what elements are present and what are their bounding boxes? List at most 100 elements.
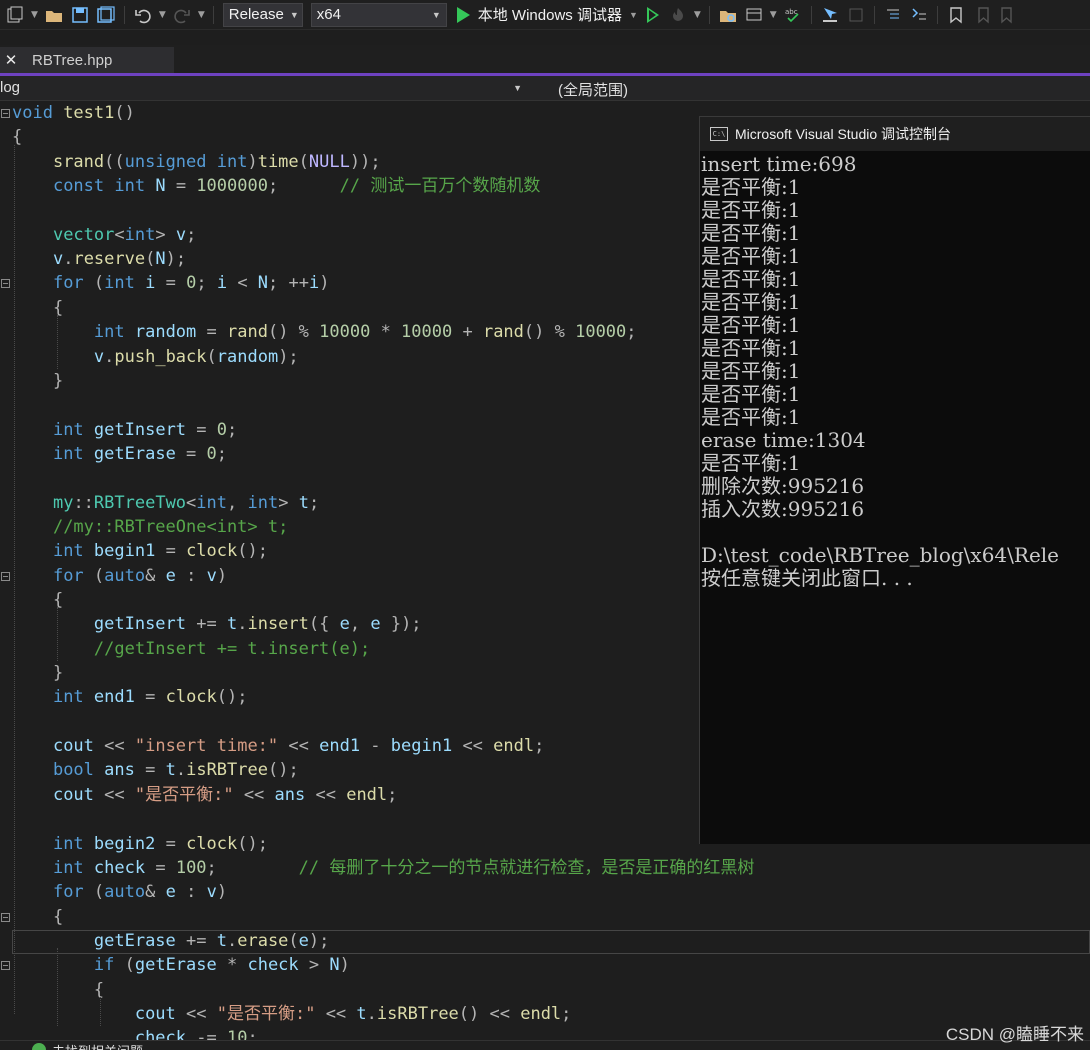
configuration-select[interactable]: Release ▼: [222, 2, 303, 27]
code-token: endl: [346, 784, 388, 805]
code-token: ;: [561, 1003, 572, 1024]
project-dropdown[interactable]: log ▼: [0, 79, 530, 96]
console-line: 是否平衡:1: [701, 267, 801, 291]
platform-select[interactable]: x64 ▼: [310, 2, 447, 27]
find-in-files-icon[interactable]: [717, 4, 739, 26]
console-title-bar[interactable]: C:\ Microsoft Visual Studio 调试控制台: [700, 117, 1090, 151]
code-token: reserve: [73, 249, 146, 270]
prev-bookmark-icon[interactable]: [971, 4, 993, 26]
code-token: cout: [52, 736, 94, 757]
close-icon[interactable]: ✕: [0, 51, 22, 69]
code-token: getErase: [134, 955, 217, 976]
platform-value: x64: [316, 6, 341, 23]
save-icon[interactable]: [69, 4, 91, 26]
code-token: int: [52, 443, 84, 464]
code-token: end1: [319, 736, 361, 757]
code-token: t: [298, 492, 309, 513]
project-dropdown-value: log: [0, 79, 21, 96]
code-token: =: [155, 833, 187, 854]
collapse-icon[interactable]: [1, 279, 10, 289]
run-label: 本地 Windows 调试器: [477, 7, 622, 24]
code-token: =: [196, 322, 227, 343]
code-token: begin2: [93, 833, 156, 854]
code-token: ;: [206, 857, 299, 878]
debug-console-window[interactable]: C:\ Microsoft Visual Studio 调试控制台 insert…: [699, 116, 1090, 844]
code-line: //getInsert += t.insert(e);: [12, 637, 370, 661]
collapse-icon[interactable]: [1, 571, 10, 581]
code-token: time: [257, 151, 299, 172]
code-line: int end1 = clock();: [12, 685, 248, 709]
code-token: // 每删了十分之一的节点就进行检查，是否是正确的红黑树: [298, 857, 755, 878]
code-token: "是否平衡:": [134, 784, 234, 805]
code-token: .: [63, 249, 74, 270]
code-token: =: [186, 419, 217, 440]
hot-reload-icon[interactable]: [667, 4, 689, 26]
status-bar: 未找到相关问题: [0, 1040, 1090, 1050]
start-debugging-button[interactable]: 本地 Windows 调试器 ▼: [456, 4, 641, 25]
chevron-down-icon[interactable]: ▼: [694, 10, 701, 20]
collapse-icon[interactable]: [1, 912, 10, 922]
code-token: "insert time:": [134, 736, 279, 757]
code-token: e: [339, 614, 350, 635]
code-token: getErase: [93, 930, 176, 951]
code-line: cout << "是否平衡:" << ans << endl;: [12, 783, 397, 807]
open-folder-icon[interactable]: [43, 4, 65, 26]
chevron-down-icon: ▼: [289, 9, 299, 20]
code-token: () %: [267, 322, 320, 343]
code-token: isRBTree: [376, 1003, 459, 1024]
code-token: ): [339, 955, 350, 976]
console-line: erase time:1304: [701, 428, 866, 452]
code-token: ((: [104, 151, 125, 172]
collapse-icon[interactable]: [1, 961, 10, 971]
format-icon[interactable]: [845, 4, 867, 26]
save-all-icon[interactable]: [95, 4, 117, 26]
code-token: v: [206, 565, 217, 586]
comment-lines-icon[interactable]: [882, 4, 904, 26]
uncomment-lines-icon[interactable]: [908, 4, 930, 26]
code-line: if (getErase * check > N): [12, 953, 350, 977]
code-token: );: [278, 346, 299, 367]
bookmark-icon[interactable]: [945, 4, 967, 26]
code-token: (: [83, 273, 105, 294]
code-token: N: [329, 955, 340, 976]
code-line: srand((unsigned int)time(NULL));: [12, 150, 381, 174]
code-line: }: [12, 661, 63, 685]
code-token: ;: [387, 784, 398, 805]
tab-rbtree-hpp[interactable]: ✕ RBTree.hpp: [0, 47, 174, 73]
code-token: v: [52, 249, 64, 270]
scope-dropdown[interactable]: (全局范围): [558, 79, 628, 100]
code-token: int: [93, 322, 125, 343]
code-token: ): [247, 151, 258, 172]
select-element-icon[interactable]: [819, 4, 841, 26]
next-bookmark-icon[interactable]: [997, 4, 1019, 26]
code-token: for: [52, 882, 84, 903]
code-token: getInsert: [93, 614, 187, 635]
chevron-down-icon[interactable]: ▼: [31, 10, 38, 20]
code-token: erase: [237, 930, 289, 951]
layout-icon[interactable]: [743, 4, 765, 26]
chevron-down-icon[interactable]: ▼: [770, 10, 777, 20]
redo-dropdown-icon[interactable]: ▼: [198, 10, 205, 20]
code-line: for (int i = 0; i < N; ++i): [12, 271, 330, 295]
undo-icon[interactable]: [132, 4, 154, 26]
console-line: 按任意键关闭此窗口. . .: [701, 566, 913, 590]
code-token: {: [12, 979, 105, 1000]
console-output: insert time:698 是否平衡:1 是否平衡:1 是否平衡:1 是否平衡:1 是…: [700, 151, 1090, 590]
start-without-debugging-icon[interactable]: [646, 6, 659, 23]
code-token: e: [165, 882, 176, 903]
indent-guide: [57, 948, 58, 1027]
new-project-icon[interactable]: [4, 4, 26, 26]
code-token: {: [12, 590, 64, 610]
undo-dropdown-icon[interactable]: ▼: [159, 10, 166, 20]
spell-check-icon[interactable]: abc: [782, 4, 804, 26]
collapse-icon[interactable]: [1, 109, 10, 118]
redo-icon[interactable]: [171, 4, 193, 26]
code-token: -: [360, 736, 391, 757]
code-line: {: [12, 588, 63, 612]
code-token: e: [370, 614, 381, 635]
